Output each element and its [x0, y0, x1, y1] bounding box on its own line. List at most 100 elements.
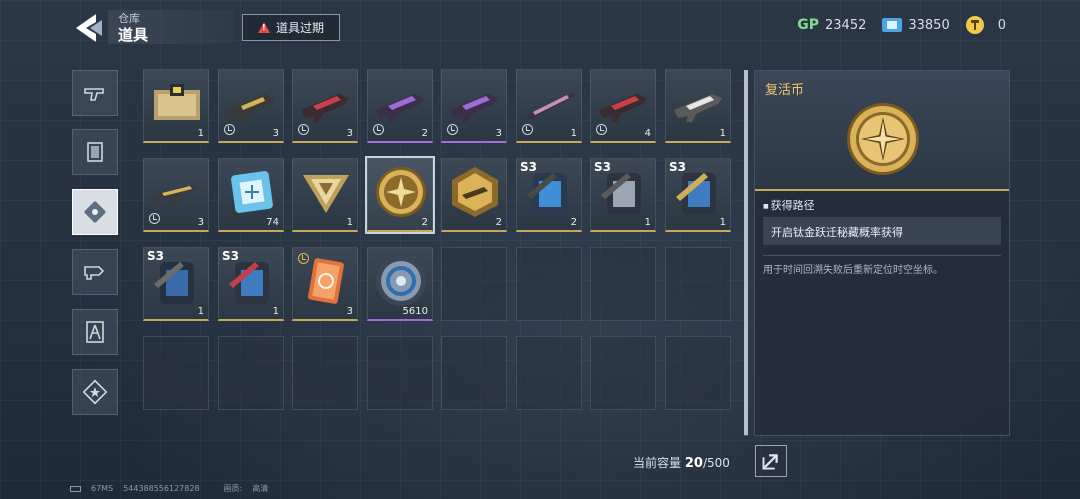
item-quantity: 2 — [570, 217, 577, 228]
rifle-purple-icon — [450, 94, 498, 122]
tab-badges[interactable] — [72, 369, 118, 415]
tab-guns[interactable] — [72, 70, 118, 116]
inventory-slot-empty[interactable] — [143, 336, 209, 410]
inventory-slot-hex-badge[interactable]: 2 — [441, 158, 507, 232]
shield-disc-icon — [376, 256, 426, 306]
revive-coin-icon — [847, 103, 919, 175]
ticket-amount: 33850 — [908, 17, 950, 33]
star-badge-icon — [82, 379, 108, 405]
status-footer: 67MS 544388556127828 画质: 高清 — [70, 483, 268, 494]
crate-icon — [154, 84, 200, 120]
currency-gp[interactable]: GP 23452 — [797, 17, 866, 33]
source-entry[interactable]: 开启钛金跃迁秘藏概率获得 — [763, 217, 1001, 245]
capacity-used: 20 — [684, 456, 703, 471]
rifle-red-icon — [301, 94, 349, 122]
tab-characters[interactable] — [72, 309, 118, 355]
ping-value: 67MS — [91, 484, 114, 493]
item-quantity: 74 — [266, 217, 279, 228]
card-icon — [87, 142, 103, 162]
tab-cards[interactable] — [72, 129, 118, 175]
inventory-slot-smg-gold[interactable]: 3 — [143, 158, 209, 232]
inventory-slot-crate[interactable]: 1 — [143, 69, 209, 143]
currency-ticket[interactable]: 33850 — [882, 17, 950, 33]
item-quantity: 3 — [495, 128, 502, 139]
item-quantity: 2 — [421, 217, 428, 228]
season-tag: S3 — [147, 249, 164, 263]
inventory-slot-rifle-red[interactable]: 3 — [292, 69, 358, 143]
inventory-slot-backpack-blue[interactable]: S3 2 — [516, 158, 582, 232]
tab-items[interactable] — [72, 189, 118, 235]
hex-badge-icon — [452, 167, 498, 217]
inventory-slot-shield-disc[interactable]: 5610 — [367, 247, 433, 321]
timer-icon — [298, 124, 309, 135]
season-tag: S3 — [594, 160, 611, 174]
page-title: 道具 — [118, 26, 149, 44]
inventory-slot-empty[interactable] — [516, 247, 582, 321]
character-icon — [86, 321, 104, 343]
gun-icon — [84, 88, 104, 101]
expand-button[interactable] — [755, 445, 787, 477]
inventory-slot-empty[interactable] — [665, 247, 731, 321]
inventory-slot-empty[interactable] — [218, 336, 284, 410]
inventory-slot-empty[interactable] — [441, 336, 507, 410]
inventory-slot-backpack-gold[interactable]: S3 1 — [665, 158, 731, 232]
quality-label: 画质: — [223, 484, 243, 493]
inventory-slot-empty[interactable] — [590, 336, 656, 410]
inventory-slot-chip[interactable]: 74 — [218, 158, 284, 232]
gp-icon: GP — [797, 17, 819, 33]
inventory-slot-rifle-purple[interactable]: 2 — [367, 69, 433, 143]
timer-icon — [149, 213, 160, 224]
item-quantity: 1 — [272, 306, 279, 317]
inventory-slot-empty[interactable] — [441, 247, 507, 321]
smg-gold-icon — [154, 185, 198, 205]
rifle-gold-icon — [227, 94, 275, 122]
inventory-slot-rifle-purple[interactable]: 3 — [441, 69, 507, 143]
inventory-slot-revive-coin[interactable]: 2 — [365, 156, 435, 234]
inventory-slot-empty[interactable] — [292, 336, 358, 410]
rifle-white-icon — [674, 94, 722, 122]
item-quantity: 3 — [346, 306, 353, 317]
item-quantity: 3 — [197, 217, 204, 228]
scrollbar-thumb[interactable] — [744, 70, 748, 435]
inventory-slot-empty[interactable] — [516, 336, 582, 410]
capacity-indicator: 当前容量 20/500 — [633, 454, 730, 471]
timer-icon — [522, 124, 533, 135]
currency-bar: GP 23452 33850 0 — [797, 16, 1006, 34]
item-description: 用于时间回溯失败后重新定位时空坐标。 — [763, 265, 943, 276]
inventory-slot-backpack-dark[interactable]: S3 1 — [143, 247, 209, 321]
timer-icon — [224, 124, 235, 135]
inventory-slot-backpack-red[interactable]: S3 1 — [218, 247, 284, 321]
inventory-slot-backpack-silver[interactable]: S3 1 — [590, 158, 656, 232]
inventory-slot-rifle-white[interactable]: 1 — [665, 69, 731, 143]
inventory-slot-rifle-gold[interactable]: 3 — [218, 69, 284, 143]
inventory-slot-triangle-badge[interactable]: 1 — [292, 158, 358, 232]
coin-amount: 0 — [997, 17, 1006, 33]
timer-icon — [298, 253, 309, 264]
weapon-part-icon — [84, 266, 105, 280]
item-quantity: 1 — [346, 217, 353, 228]
revive-coin-icon — [376, 167, 426, 217]
quality-value: 高清 — [252, 484, 269, 493]
item-quantity: 1 — [570, 128, 577, 139]
inventory-slot-rifle-red[interactable]: 4 — [590, 69, 656, 143]
inventory-slot-rifle-pink[interactable]: 1 — [516, 69, 582, 143]
inventory-slot-empty[interactable] — [665, 336, 731, 410]
item-detail-panel: 复活币 获得路径 开启钛金跃迁秘藏概率获得 用于时间回溯失败后重新定位时空坐标。 — [754, 70, 1010, 436]
inventory-scrollbar[interactable] — [744, 70, 748, 436]
currency-coin[interactable]: 0 — [965, 16, 1006, 34]
inventory-slot-empty[interactable] — [367, 336, 433, 410]
item-quantity: 3 — [272, 128, 279, 139]
source-section-title: 获得路径 — [763, 197, 815, 213]
inventory-slot-empty[interactable] — [590, 247, 656, 321]
tab-weapon-parts[interactable] — [72, 249, 118, 295]
rifle-purple-icon — [376, 94, 424, 122]
triangle-badge-icon — [303, 175, 349, 213]
item-quantity: 1 — [719, 217, 726, 228]
item-name: 复活币 — [765, 83, 805, 98]
item-quantity: 5610 — [402, 306, 428, 317]
item-quantity: 2 — [495, 217, 502, 228]
expired-items-button[interactable]: 道具过期 — [242, 14, 340, 41]
item-icon — [84, 201, 106, 223]
back-button[interactable] — [72, 12, 108, 44]
inventory-slot-card-orange[interactable]: 3 — [292, 247, 358, 321]
